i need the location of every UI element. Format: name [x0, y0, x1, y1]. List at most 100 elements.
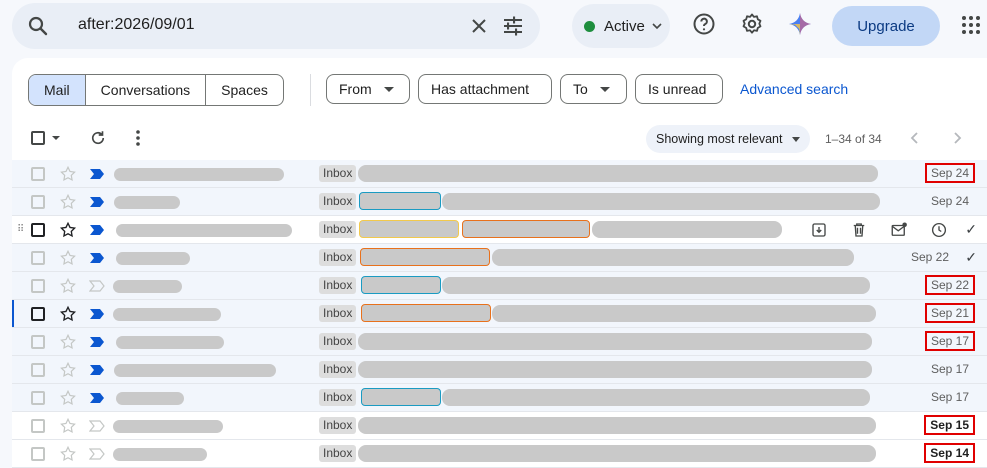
not-important-marker-icon[interactable] — [89, 448, 105, 460]
tab-mail[interactable]: Mail — [29, 75, 85, 105]
date: Sep 17 — [931, 362, 969, 376]
mark-unread-icon[interactable] — [890, 221, 908, 239]
table-row[interactable]: Inbox Sep 24 — [12, 188, 987, 216]
snooze-clock-icon[interactable] — [930, 221, 948, 239]
subject-snippet — [442, 389, 870, 406]
search-input[interactable]: after:2026/09/01 — [78, 16, 195, 34]
star-icon[interactable] — [59, 445, 77, 463]
advanced-search-link[interactable]: Advanced search — [740, 81, 848, 97]
table-row[interactable]: Inbox Sep 17 — [12, 356, 987, 384]
table-row[interactable]: Inbox Sep 24 — [12, 160, 987, 188]
search-options-icon[interactable] — [501, 14, 525, 38]
important-marker-icon[interactable] — [89, 196, 105, 208]
date: Sep 22 — [925, 275, 975, 295]
date: Sep 15 — [924, 415, 975, 435]
tab-conversations[interactable]: Conversations — [85, 75, 206, 105]
search-bar[interactable]: after:2026/09/01 — [12, 3, 540, 49]
sender-name — [116, 336, 224, 349]
label-chip — [359, 192, 441, 210]
status-selector[interactable]: Active — [572, 4, 670, 48]
table-row[interactable]: Inbox Sep 15 — [12, 412, 987, 440]
subject-snippet — [442, 277, 870, 294]
row-checkbox[interactable] — [31, 335, 45, 349]
inbox-label: Inbox — [319, 305, 356, 322]
caret-down-icon[interactable] — [51, 134, 61, 142]
star-icon[interactable] — [59, 221, 77, 239]
table-row[interactable]: Inbox Sep 22 — [12, 272, 987, 300]
filter-has-attachment-chip[interactable]: Has attachment — [418, 74, 552, 104]
filter-from-chip[interactable]: From — [326, 74, 410, 104]
gear-icon[interactable] — [740, 12, 764, 36]
not-important-marker-icon[interactable] — [89, 280, 105, 292]
table-row[interactable]: Inbox Sep 17 — [12, 384, 987, 412]
important-marker-icon[interactable] — [89, 392, 105, 404]
upgrade-button[interactable]: Upgrade — [832, 6, 940, 46]
subject-snippet — [592, 221, 782, 238]
caret-down-icon — [792, 137, 800, 142]
row-checkbox[interactable] — [31, 391, 45, 405]
table-row[interactable]: ⠿ Inbox ✓ — [12, 216, 987, 244]
sort-label: Showing most relevant — [656, 132, 782, 146]
chevron-right-icon[interactable] — [950, 131, 964, 145]
sender-name — [113, 280, 182, 293]
row-checkbox[interactable] — [31, 195, 45, 209]
date: Sep 24 — [931, 194, 969, 208]
label-chip — [360, 248, 490, 266]
row-checkbox[interactable] — [31, 307, 45, 321]
more-options-icon[interactable] — [131, 129, 145, 147]
important-marker-icon[interactable] — [89, 364, 105, 376]
not-important-marker-icon[interactable] — [89, 420, 105, 432]
star-icon[interactable] — [59, 165, 77, 183]
filter-to-chip[interactable]: To — [560, 74, 627, 104]
star-icon[interactable] — [59, 417, 77, 435]
row-checkbox[interactable] — [31, 167, 45, 181]
divider — [310, 74, 311, 106]
filter-is-unread-chip[interactable]: Is unread — [635, 74, 723, 104]
search-icon[interactable] — [26, 14, 50, 38]
inbox-label: Inbox — [319, 165, 356, 182]
star-icon[interactable] — [59, 333, 77, 351]
label-chip — [361, 304, 491, 322]
select-all-checkbox[interactable] — [31, 131, 61, 145]
checkmark-icon: ✓ — [965, 221, 977, 238]
row-checkbox[interactable] — [31, 447, 45, 461]
star-icon[interactable] — [59, 277, 77, 295]
refresh-icon[interactable] — [89, 129, 107, 147]
inbox-label: Inbox — [319, 389, 356, 406]
star-icon[interactable] — [59, 305, 77, 323]
chevron-left-icon[interactable] — [908, 131, 922, 145]
star-icon[interactable] — [59, 389, 77, 407]
table-row[interactable]: Inbox Sep 21 — [12, 300, 987, 328]
row-checkbox[interactable] — [31, 251, 45, 265]
row-checkbox[interactable] — [31, 419, 45, 433]
important-marker-icon[interactable] — [89, 252, 105, 264]
row-checkbox[interactable] — [31, 223, 45, 237]
important-marker-icon[interactable] — [89, 336, 105, 348]
drag-handle-icon[interactable]: ⠿ — [17, 224, 23, 235]
archive-icon[interactable] — [810, 221, 828, 239]
table-row[interactable]: Inbox Sep 17 — [12, 328, 987, 356]
sender-name — [116, 224, 292, 237]
gemini-icon[interactable] — [788, 12, 812, 36]
sender-name — [116, 392, 184, 405]
star-icon[interactable] — [59, 193, 77, 211]
subject-snippet — [358, 417, 876, 434]
row-checkbox[interactable] — [31, 279, 45, 293]
delete-icon[interactable] — [850, 221, 868, 239]
star-icon[interactable] — [59, 361, 77, 379]
star-icon[interactable] — [59, 249, 77, 267]
row-checkbox[interactable] — [31, 363, 45, 377]
tab-spaces[interactable]: Spaces — [205, 75, 283, 105]
date: Sep 22 — [911, 250, 949, 264]
help-icon[interactable] — [692, 12, 716, 36]
table-row[interactable]: Inbox Sep 22 ✓ — [12, 244, 987, 272]
sort-relevance-dropdown[interactable]: Showing most relevant — [646, 125, 810, 153]
sender-name — [113, 420, 223, 433]
sender-name — [113, 308, 221, 321]
apps-grid-icon[interactable] — [960, 14, 982, 36]
clear-search-icon[interactable] — [467, 14, 491, 38]
important-marker-icon[interactable] — [89, 308, 105, 320]
important-marker-icon[interactable] — [89, 224, 105, 236]
important-marker-icon[interactable] — [89, 168, 105, 180]
inbox-label: Inbox — [319, 249, 356, 266]
